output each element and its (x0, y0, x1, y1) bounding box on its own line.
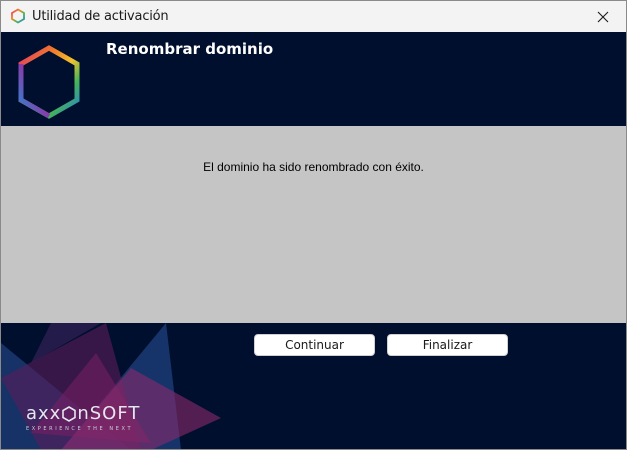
activation-utility-window: Utilidad de activación Renombrar dominio… (0, 0, 627, 450)
brand-suffix: nSOFT (77, 403, 141, 424)
brand-tagline: EXPERIENCE THE NEXT (26, 426, 134, 432)
hexagon-icon (11, 8, 25, 24)
close-button[interactable] (580, 1, 626, 32)
page-title: Renombrar dominio (106, 40, 274, 58)
footer-bar: axx nSOFT EXPERIENCE THE NEXT Continuar … (1, 323, 626, 449)
hexagon-logo (18, 45, 80, 119)
continue-button[interactable]: Continuar (254, 334, 375, 356)
brand-logo: axx nSOFT EXPERIENCE THE NEXT (26, 403, 140, 432)
window-title: Utilidad de activación (32, 9, 169, 24)
brand-wordmark: axx nSOFT (26, 403, 140, 424)
hexagon-mark-icon (62, 405, 77, 422)
title-bar: Utilidad de activación (1, 1, 626, 32)
status-message: El dominio ha sido renombrado con éxito. (203, 160, 424, 174)
brand-prefix: axx (26, 403, 62, 424)
finish-button[interactable]: Finalizar (387, 334, 508, 356)
header-banner: Renombrar dominio (1, 32, 626, 126)
content-area: El dominio ha sido renombrado con éxito. (1, 126, 626, 323)
close-icon (597, 11, 609, 22)
